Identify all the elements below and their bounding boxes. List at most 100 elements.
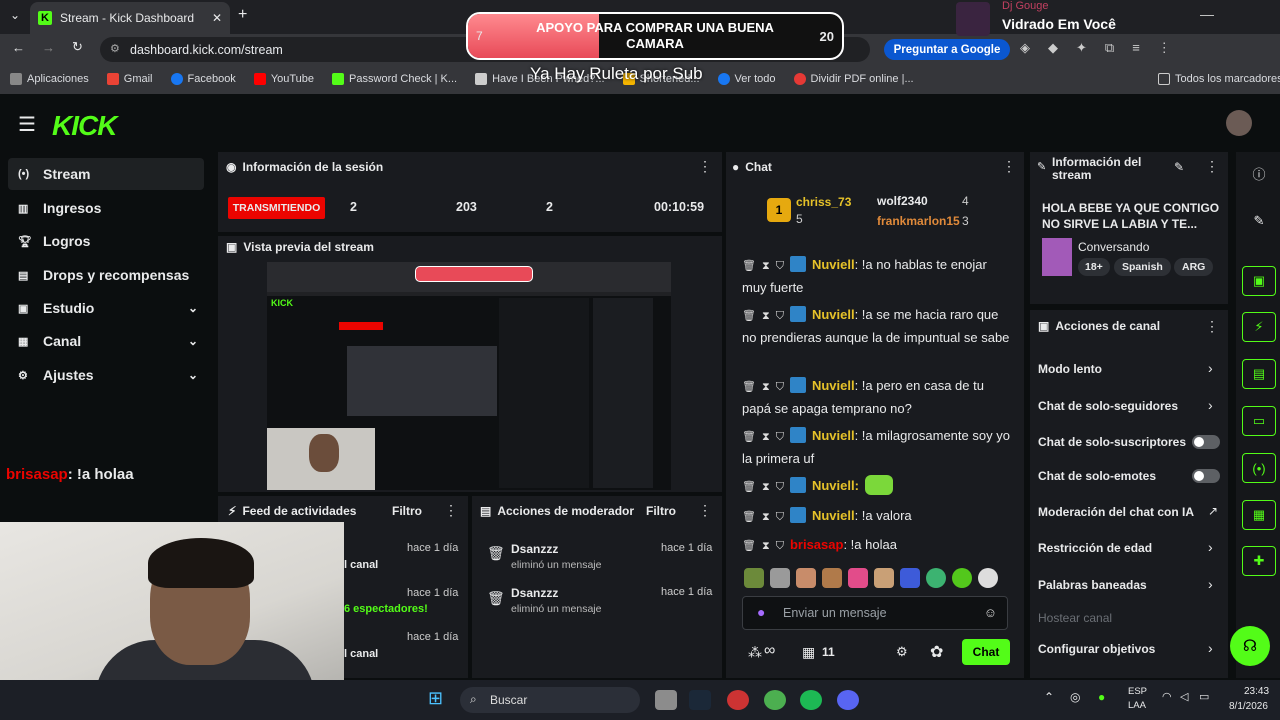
more-options-icon[interactable]: ⋮ [1002, 158, 1016, 175]
wrench-icon[interactable]: ✚ [1242, 546, 1276, 576]
forward-icon[interactable]: → [42, 40, 55, 55]
emote-icon[interactable] [796, 568, 816, 588]
windows-start-icon[interactable]: ⊞ [428, 688, 443, 709]
chat-message[interactable]: 🗑︎ ⧗ ⛉ brisasap: !a holaa [742, 534, 1012, 557]
taskbar-search[interactable]: ⌕ Buscar [460, 687, 640, 713]
mod-filter-button[interactable]: Filtro [646, 504, 676, 518]
chat-message[interactable]: 🗑︎ ⧗ ⛉ Nuviell: !a no hablas te enojar muy … [742, 254, 1012, 298]
chat-message[interactable]: 🗑︎ ⧗ ⛉ Nuviell: !a se me hacia raro que no … [742, 304, 1012, 348]
extension-icon[interactable]: ◈ [1020, 40, 1030, 56]
language-indicator[interactable]: ESP [1128, 686, 1147, 697]
age-restriction-option[interactable]: Restricción de edad [1038, 541, 1152, 555]
emotes-only-option[interactable]: Chat de solo-emotes [1038, 469, 1156, 483]
sidebar-item-ajustes[interactable]: ⚙ Ajustes ⌄ [8, 359, 204, 391]
sidebar-item-logros[interactable]: 🏆︎ Logros [8, 225, 204, 257]
lightning-icon[interactable]: ⚡︎ [1242, 312, 1276, 342]
chevron-right-icon[interactable]: › [1208, 539, 1213, 555]
emotes-button-icon[interactable]: ✿ [930, 642, 943, 662]
chevron-right-icon[interactable]: › [1208, 397, 1213, 413]
emote-icon[interactable] [744, 568, 764, 588]
top-gifter-name[interactable]: frankmarlon15 [877, 214, 960, 228]
subscribers-only-option[interactable]: Chat de solo-suscriptores [1038, 435, 1186, 449]
emote-icon[interactable] [952, 568, 972, 588]
bookmark-password-check[interactable]: Password Check | K... [332, 73, 457, 85]
configure-goals-option[interactable]: Configurar objetivos [1038, 642, 1155, 656]
stream-preview-video[interactable]: KICK [267, 262, 671, 490]
document-icon[interactable]: ▤ [1242, 359, 1276, 389]
chat-message[interactable]: 🗑︎ ⧗ ⛉ Nuviell: !a pero en casa de tu papá … [742, 375, 1012, 419]
file-explorer-icon[interactable] [655, 690, 677, 710]
emote-icon[interactable] [822, 568, 842, 588]
browser-tab[interactable]: K Stream - Kick Dashboard ✕ [30, 2, 230, 34]
delete-icon[interactable]: 🗑︎ [742, 431, 756, 443]
discord-icon[interactable] [837, 690, 859, 710]
chat-message[interactable]: 🗑︎ ⧗ ⛉ Nuviell: [742, 475, 1012, 498]
bookmark-ver-todo[interactable]: Ver todo [717, 73, 776, 85]
info-icon[interactable]: ⓘ [1242, 158, 1276, 188]
bookmark-gmail[interactable]: Gmail [106, 73, 153, 85]
emote-icon[interactable] [900, 568, 920, 588]
timeout-icon[interactable]: ⧗ [762, 310, 770, 322]
gift-icon[interactable]: ▦ [802, 644, 815, 661]
microphone-icon[interactable]: ● [1098, 690, 1105, 704]
microphone-icon[interactable]: ● [757, 604, 765, 620]
ai-moderation-option[interactable]: Moderación del chat con IA [1038, 505, 1194, 519]
emote-icon[interactable] [926, 568, 946, 588]
bookmark-apps[interactable]: Aplicaciones [10, 73, 89, 85]
delete-icon[interactable]: 🗑︎ [742, 310, 756, 322]
extension-icon[interactable]: ◆ [1048, 40, 1058, 56]
ask-google-button[interactable]: Preguntar a Google [884, 39, 1010, 60]
chevron-right-icon[interactable]: › [1208, 640, 1213, 656]
sidebar-item-ingresos[interactable]: ▥ Ingresos [8, 192, 204, 224]
subscribers-only-toggle[interactable] [1192, 435, 1220, 449]
close-tab-icon[interactable]: ✕ [212, 11, 222, 25]
sidebar-item-canal[interactable]: ▦ Canal ⌄ [8, 325, 204, 357]
timeout-icon[interactable]: ⧗ [762, 481, 770, 493]
kick-logo[interactable]: KICK [52, 110, 117, 142]
delete-icon[interactable]: 🗑︎ [742, 260, 756, 272]
emote-icon[interactable] [848, 568, 868, 588]
spotify-icon[interactable] [800, 690, 822, 710]
more-options-icon[interactable]: ⋮ [444, 502, 458, 519]
chevron-right-icon[interactable]: › [1208, 576, 1213, 592]
emote-icon[interactable] [874, 568, 894, 588]
chat-input[interactable]: ● Enviar un mensaje ☺ [742, 596, 1008, 630]
chevron-right-icon[interactable]: › [1208, 360, 1213, 376]
reload-icon[interactable]: ↻ [72, 39, 83, 55]
menu-icon[interactable]: ⋮ [1158, 40, 1171, 56]
delete-icon[interactable]: 🗑︎ [742, 511, 756, 523]
more-options-icon[interactable]: ⋮ [698, 502, 712, 519]
tray-app-icon[interactable]: ◎ [1070, 690, 1080, 704]
tab-search-icon[interactable]: ⌄ [10, 8, 20, 22]
volume-icon[interactable]: ◁ [1180, 690, 1188, 703]
delete-icon[interactable]: 🗑︎ [742, 481, 756, 493]
edit-icon[interactable]: ✎ [1174, 160, 1184, 174]
sidebar-item-stream[interactable]: (•) Stream [8, 158, 204, 190]
more-options-icon[interactable]: ⋮ [1205, 318, 1219, 335]
gear-icon[interactable]: ⚙ [896, 644, 908, 660]
new-tab-icon[interactable]: + [238, 6, 247, 24]
sidebar-item-drops[interactable]: ▤ Drops y recompensas [8, 259, 204, 291]
back-icon[interactable]: ← [12, 40, 25, 55]
chat-bubble-icon[interactable]: ▭ [1242, 406, 1276, 436]
timeout-icon[interactable]: ⧗ [762, 381, 770, 393]
bookmark-youtube[interactable]: YouTube [253, 73, 314, 85]
external-link-icon[interactable]: ↗ [1208, 504, 1218, 518]
emoji-icon[interactable]: ☺ [984, 605, 997, 620]
more-options-icon[interactable]: ⋮ [698, 158, 712, 175]
avatar[interactable] [1226, 110, 1252, 136]
top-gifter-name[interactable]: chriss_73 [796, 195, 851, 209]
emote-icon[interactable] [770, 568, 790, 588]
timeout-icon[interactable]: ⧗ [762, 540, 770, 552]
slow-mode-option[interactable]: Modo lento [1038, 362, 1102, 376]
battery-icon[interactable]: ▭ [1199, 690, 1209, 703]
support-headset-icon[interactable]: ☊ [1230, 626, 1270, 666]
media-icon[interactable]: ≡ [1132, 40, 1140, 56]
app-icon[interactable] [727, 690, 749, 710]
followers-only-option[interactable]: Chat de solo-seguidores [1038, 399, 1178, 413]
puzzle-icon[interactable]: ⧉ [1105, 40, 1114, 56]
hamburger-menu-icon[interactable]: ☰ [18, 112, 36, 137]
site-info-icon[interactable]: ⚙ [110, 42, 120, 55]
chrome-icon[interactable] [764, 690, 786, 710]
emotes-only-toggle[interactable] [1192, 469, 1220, 483]
